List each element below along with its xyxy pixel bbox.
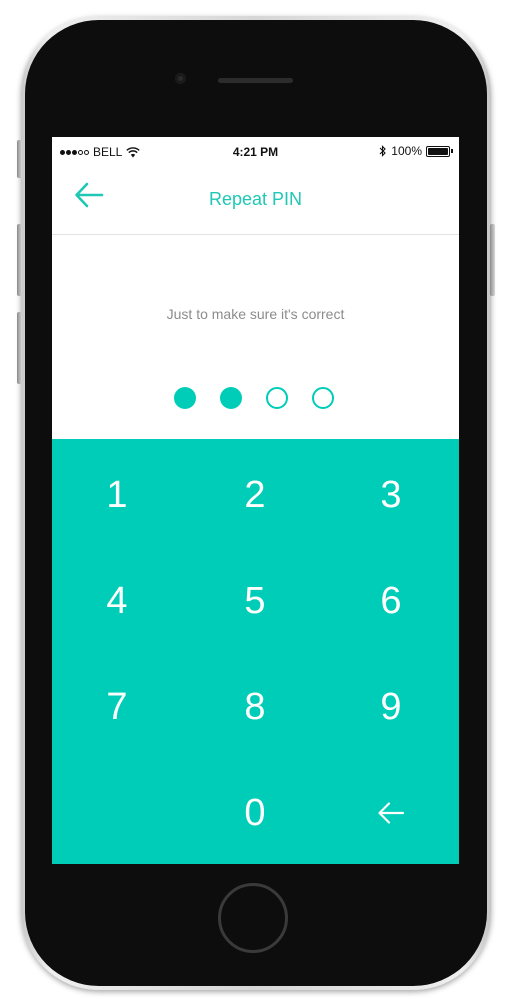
earpiece-speaker [218, 78, 293, 83]
pin-dot-empty [266, 387, 288, 409]
key-label: 2 [244, 473, 266, 516]
bluetooth-icon [379, 145, 387, 157]
key-2[interactable]: 2 [205, 455, 305, 535]
number-keypad: 1 2 3 4 5 6 7 8 9 0 [52, 439, 459, 864]
key-3[interactable]: 3 [341, 455, 441, 535]
backspace-button[interactable] [341, 773, 441, 853]
key-8[interactable]: 8 [205, 667, 305, 747]
key-label: 7 [106, 685, 128, 728]
battery-percent: 100% [391, 144, 422, 158]
key-5[interactable]: 5 [205, 561, 305, 641]
front-camera [175, 73, 186, 84]
key-4[interactable]: 4 [67, 561, 167, 641]
key-label: 0 [244, 791, 266, 834]
volume-up-button [17, 224, 22, 296]
key-label: 4 [106, 579, 128, 622]
status-right: 100% [379, 144, 453, 158]
power-button [490, 224, 495, 296]
battery-tip [451, 149, 453, 153]
instruction-text: Just to make sure it's correct [166, 306, 345, 322]
pin-dot-empty [312, 387, 334, 409]
key-1[interactable]: 1 [67, 455, 167, 535]
key-label: 1 [106, 473, 128, 516]
page-title: Repeat PIN [208, 189, 303, 209]
backspace-icon [378, 802, 405, 824]
screen: BELL 4:21 PM 100% Repeat PIN Just to mak… [52, 137, 459, 864]
pin-dot-filled [174, 387, 196, 409]
key-label: 9 [380, 685, 402, 728]
stage: BELL 4:21 PM 100% Repeat PIN Just to mak… [0, 0, 511, 1000]
key-label: 8 [244, 685, 266, 728]
key-9[interactable]: 9 [341, 667, 441, 747]
volume-down-button [17, 312, 22, 384]
key-7[interactable]: 7 [67, 667, 167, 747]
battery-icon [426, 145, 450, 157]
silent-switch [17, 140, 22, 178]
home-button[interactable] [218, 883, 288, 953]
key-0[interactable]: 0 [205, 773, 305, 853]
key-label: 3 [380, 473, 402, 516]
key-label: 5 [244, 579, 266, 622]
pin-dot-filled [220, 387, 242, 409]
pin-indicator [52, 387, 459, 409]
nav-bar: Repeat PIN [52, 167, 459, 235]
key-label: 6 [380, 579, 402, 622]
status-bar: BELL 4:21 PM 100% [52, 137, 459, 167]
key-6[interactable]: 6 [341, 561, 441, 641]
battery-fill [428, 147, 448, 155]
